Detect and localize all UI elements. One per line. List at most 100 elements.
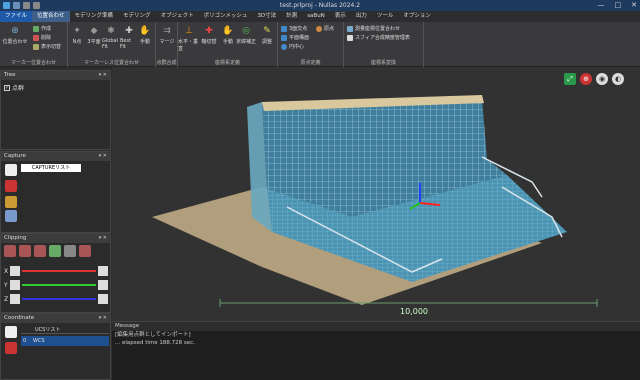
delete-label: 削除	[41, 35, 52, 41]
menu-modeling[interactable]: モデリング	[118, 11, 156, 22]
sphere-accuracy-button[interactable]: スフィア合成精度管理表	[347, 34, 410, 41]
menu-alignment[interactable]: 位置合わせ	[32, 11, 70, 22]
merge-icon: ⇉	[163, 26, 171, 36]
ucs-row[interactable]: 0 WCS	[21, 336, 109, 346]
origin-button[interactable]: 原点	[316, 25, 334, 32]
three-plane-intersect-label: 3面交点	[289, 26, 308, 32]
coordinate-panel-header: Coordinate ▾ ✕	[1, 314, 110, 323]
ribbon-group-marker: ⊕ 位置合わせ 作成 削除 表示切替 マーカー位置合わせ	[0, 22, 68, 67]
manual-align-label: 手動	[139, 39, 150, 45]
plane-icon: ◆	[90, 26, 98, 36]
clip-z-max-handle[interactable]	[98, 294, 108, 304]
title-bar: test.prlproj - Nullas 2024.2 — □ ✕	[0, 0, 640, 11]
message-panel: Message [編集用点群としてインポート] ... elapsed time…	[112, 321, 640, 380]
capture-list-tab[interactable]: CAPTUREリスト	[21, 164, 81, 172]
fit-view-icon[interactable]: ⤢	[564, 73, 576, 85]
delete-capture-icon[interactable]	[5, 180, 17, 192]
global-fit-button[interactable]: ✱ Global Fit	[102, 25, 120, 50]
tree-panel-header: Tree ▾ ✕	[1, 71, 110, 80]
minimize-button[interactable]: —	[598, 1, 605, 9]
folder-icon[interactable]	[5, 196, 17, 208]
clip-tool-icon[interactable]	[34, 245, 46, 257]
survey-alignment-label: 測量座標位置合わせ	[355, 26, 401, 32]
panel-controls[interactable]: ▾ ✕	[99, 234, 107, 243]
group-label-origin: 原点定義	[300, 60, 321, 66]
eye-icon	[33, 43, 39, 50]
menu-3d-dimension[interactable]: 3D寸法	[252, 11, 281, 22]
menu-view[interactable]: 表示	[330, 11, 351, 22]
intersect-icon	[281, 25, 287, 32]
create-button[interactable]: 作成	[33, 25, 51, 32]
delete-ucs-icon[interactable]	[5, 342, 17, 354]
coordinate-panel: Coordinate ▾ ✕ UCSリスト 0 WCS	[0, 313, 111, 380]
menu-measure[interactable]: 計測	[281, 11, 302, 22]
sheet-icon	[347, 34, 353, 41]
group-label-markerless: マーカーレス位置合わせ	[83, 60, 139, 66]
menu-sabun[interactable]: saBuN	[302, 11, 330, 22]
circle-center-label: 円中心	[289, 44, 305, 50]
clip-x-min-handle[interactable]	[10, 266, 20, 276]
maximize-button[interactable]: □	[615, 1, 622, 9]
axis-icon: ✚	[205, 26, 213, 36]
checkbox[interactable]: ✓	[4, 84, 10, 91]
clipping-title: Clipping	[4, 235, 27, 241]
camera-icon[interactable]	[5, 164, 17, 176]
clip-tool-icon[interactable]	[64, 245, 76, 257]
adjust-icon: ✎	[263, 26, 271, 36]
clip-y-min-handle[interactable]	[10, 280, 20, 290]
survey-alignment-button[interactable]: 測量座標位置合わせ	[347, 25, 400, 32]
camera-view-icon[interactable]: ◐	[612, 73, 624, 85]
ribbon-group-merge: ⇉ マージ 点群合成	[156, 22, 178, 67]
n-point-icon: ✦	[73, 26, 81, 36]
latitude-correct-label: 京緯補正	[235, 39, 256, 45]
clip-y-slider[interactable]	[22, 284, 96, 286]
globe-icon[interactable]: ⊕	[580, 73, 592, 85]
three-plane-button[interactable]: ◆ 3平面	[85, 25, 103, 45]
clip-z-slider[interactable]	[22, 298, 96, 300]
alignment-button[interactable]: ⊕ 位置合わせ	[2, 25, 28, 45]
target-icon: ⊕	[11, 26, 19, 36]
eye-view-icon[interactable]: ◉	[596, 73, 608, 85]
clip-tool-icon[interactable]	[79, 245, 91, 257]
close-button[interactable]: ✕	[631, 1, 637, 9]
export-icon[interactable]	[5, 210, 17, 222]
axis-switch-label: 軸切替	[201, 39, 217, 45]
create-label: 作成	[41, 26, 52, 32]
panel-controls[interactable]: ▾ ✕	[99, 314, 107, 323]
three-plane-intersect-button[interactable]: 3面交点	[281, 25, 307, 32]
menu-file[interactable]: ファイル	[0, 11, 33, 22]
menu-options[interactable]: オプション	[398, 11, 436, 22]
ribbon: ⊕ 位置合わせ 作成 削除 表示切替 マーカー位置合わせ ✦ N点 ◆ 3平面 ✱ G…	[0, 22, 640, 67]
tree-item[interactable]: ✓ 点群	[1, 80, 110, 95]
level-button[interactable]: ⊥ 水平・垂直	[178, 25, 200, 52]
message-line: [編集用点群としてインポート]	[115, 332, 191, 338]
menu-modeling-prep[interactable]: モデリング準備	[70, 11, 119, 22]
plane-face-button[interactable]: 平面構面	[281, 34, 309, 41]
toggle-display-button[interactable]: 表示切替	[33, 43, 61, 50]
latitude-correct-button[interactable]: ◎ 京緯補正	[235, 25, 257, 45]
menu-polygon-mesh[interactable]: ポリゴンメッシュ	[199, 11, 253, 22]
menu-tools[interactable]: ツール	[372, 11, 399, 22]
delete-button[interactable]: 削除	[33, 34, 51, 41]
adjust-button[interactable]: ✎ 調整	[256, 25, 278, 45]
merge-button[interactable]: ⇉ マージ	[156, 25, 178, 45]
clip-x-slider[interactable]	[22, 270, 96, 272]
menu-output[interactable]: 出力	[351, 11, 372, 22]
clip-tool-icon[interactable]	[19, 245, 31, 257]
point-cloud-view[interactable]	[112, 67, 640, 321]
scale-label: 10,000	[400, 307, 428, 316]
panel-controls[interactable]: ▾ ✕	[99, 152, 107, 161]
ribbon-group-coord: ⊥ 水平・垂直 ✚ 軸切替 ✋ 手動 ◎ 京緯補正 ✎ 調整 座標系定義	[178, 22, 278, 67]
clip-tool-icon[interactable]	[49, 245, 61, 257]
clip-tool-icon[interactable]	[4, 245, 16, 257]
menu-object[interactable]: オブジェクト	[156, 11, 199, 22]
add-ucs-icon[interactable]	[5, 326, 17, 338]
clip-y-max-handle[interactable]	[98, 280, 108, 290]
3d-viewport[interactable]: 10,000 ⤢ ⊕ ◉ ◐	[112, 67, 640, 321]
clip-z-min-handle[interactable]	[10, 294, 20, 304]
circle-center-button[interactable]: 円中心	[281, 43, 304, 50]
clip-x-max-handle[interactable]	[98, 266, 108, 276]
manual-align-button[interactable]: ✋ 手動	[136, 25, 154, 45]
panel-controls[interactable]: ▾ ✕	[99, 71, 107, 80]
n-point-button[interactable]: ✦ N点	[68, 25, 86, 45]
